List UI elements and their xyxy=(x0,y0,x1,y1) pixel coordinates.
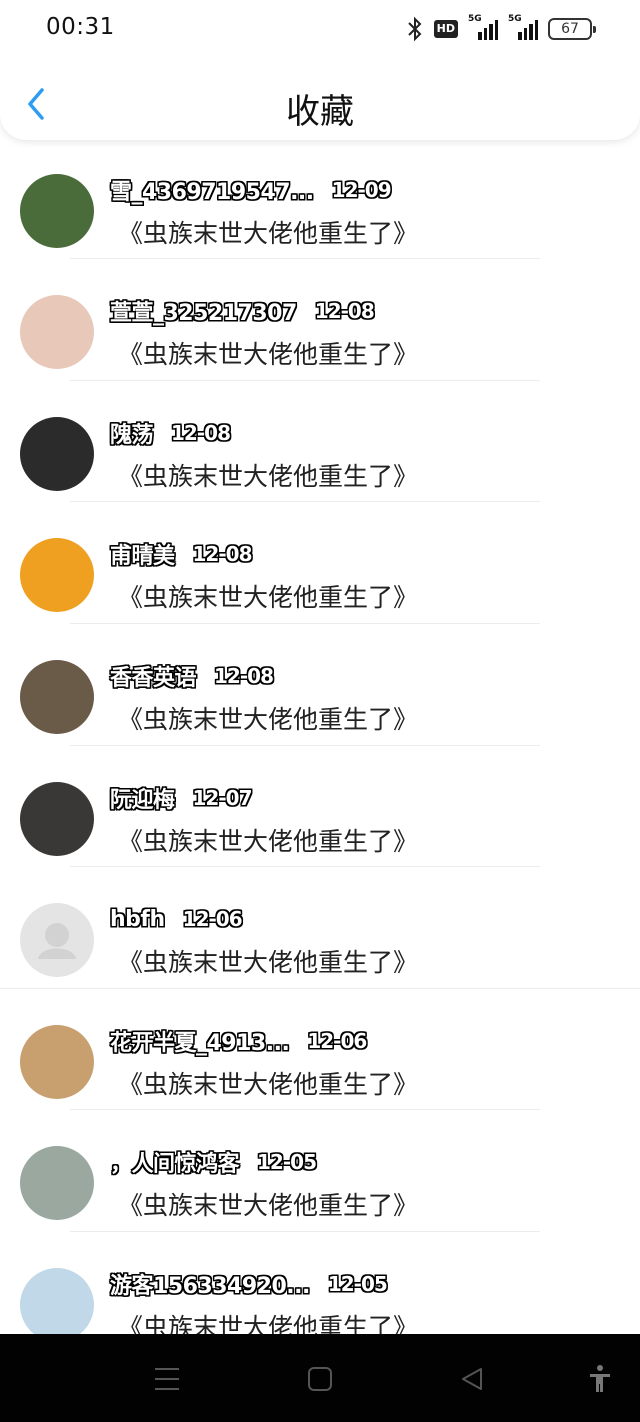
item-date: 12-08 xyxy=(314,299,375,324)
user-name: hbfh xyxy=(110,906,165,932)
user-name: 香香英语 xyxy=(110,666,197,691)
signal-icon: 5G xyxy=(468,14,498,40)
list-item[interactable]: 香香英语 12-08 《虫族末世大佬他重生了》 xyxy=(0,624,640,746)
bluetooth-icon xyxy=(407,16,422,42)
book-title: 《虫族末世大佬他重生了》 xyxy=(118,340,419,370)
book-title: 《虫族末世大佬他重生了》 xyxy=(118,1069,419,1099)
avatar[interactable] xyxy=(20,295,94,370)
square-home-icon xyxy=(308,1367,332,1391)
book-title: 《虫族末世大佬他重生了》 xyxy=(118,948,419,978)
avatar[interactable] xyxy=(20,1146,94,1221)
user-name: 游客156334920... xyxy=(110,1274,310,1299)
list-item[interactable]: 雪_4369719547... 12-09 《虫族末世大佬他重生了》 xyxy=(0,138,640,260)
item-date: 12-05 xyxy=(257,1150,317,1175)
list-item[interactable]: ，人间惊鸿客 12-05 《虫族末世大佬他重生了》 xyxy=(0,1110,640,1232)
item-meta: 游客156334920... 12-05 xyxy=(110,1270,388,1299)
avatar[interactable] xyxy=(20,173,94,248)
avatar[interactable] xyxy=(20,781,94,856)
user-name: 阮迎梅 xyxy=(110,787,175,813)
book-title: 《虫族末世大佬他重生了》 xyxy=(118,583,419,613)
book-title: 《虫族末世大佬他重生了》 xyxy=(118,1191,419,1221)
title-bar: 收藏 xyxy=(0,70,640,140)
item-date: 12-08 xyxy=(171,420,231,445)
avatar[interactable] xyxy=(20,416,94,491)
item-date: 12-05 xyxy=(327,1272,388,1296)
list-item[interactable]: 隗荡 12-08 《虫族末世大佬他重生了》 xyxy=(0,381,640,503)
user-name: 雪_4369719547... xyxy=(110,179,314,205)
system-nav-bar xyxy=(0,1334,640,1422)
item-date: 12-07 xyxy=(192,785,253,810)
default-avatar-icon xyxy=(38,923,76,960)
page-title: 收藏 xyxy=(286,92,354,132)
item-meta: 雪_4369719547... 12-09 xyxy=(110,176,392,205)
avatar[interactable] xyxy=(20,1268,94,1342)
user-name: 花开半夏_4913... xyxy=(110,1030,290,1056)
signal-icon-2: 5G xyxy=(508,14,538,40)
avatar[interactable] xyxy=(20,660,94,734)
item-meta: ，人间惊鸿客 12-05 xyxy=(110,1148,317,1178)
list-item[interactable]: 阮迎梅 12-07 《虫族末世大佬他重生了》 xyxy=(0,746,640,868)
user-name: 萱萱_325217307 xyxy=(110,301,297,327)
book-title: 《虫族末世大佬他重生了》 xyxy=(118,826,419,856)
home-button[interactable] xyxy=(300,1362,340,1396)
system-back-button[interactable] xyxy=(452,1362,492,1396)
menu-button[interactable] xyxy=(147,1362,187,1396)
item-date: 12-06 xyxy=(307,1028,367,1053)
triangle-back-icon xyxy=(462,1368,482,1390)
item-meta: 隗荡 12-08 xyxy=(110,419,231,448)
item-date: 12-06 xyxy=(182,907,243,932)
item-date: 12-09 xyxy=(331,177,392,202)
accessibility-button[interactable] xyxy=(580,1362,620,1396)
avatar[interactable] xyxy=(20,538,94,613)
header: 00:31 HD 5G 5G 67 收藏 xyxy=(0,0,640,140)
avatar[interactable] xyxy=(20,903,94,978)
list-item[interactable]: hbfh 12-06 《虫族末世大佬他重生了》 xyxy=(0,867,640,989)
item-meta: 香香英语 12-08 xyxy=(110,662,274,691)
signal-label-2: 5G xyxy=(508,14,522,24)
list-item[interactable]: 甫晴美 12-08 《虫族末世大佬他重生了》 xyxy=(0,502,640,624)
book-title: 《虫族末世大佬他重生了》 xyxy=(118,705,419,734)
menu-icon xyxy=(155,1368,179,1390)
hd-icon: HD xyxy=(433,20,458,38)
status-time: 00:31 xyxy=(46,14,115,40)
status-icons: HD 5G 5G 67 xyxy=(406,14,596,42)
list-item[interactable]: 萱萱_325217307 12-08 《虫族末世大佬他重生了》 xyxy=(0,259,640,381)
status-bar: 00:31 HD 5G 5G 67 xyxy=(0,0,640,58)
item-meta: 萱萱_325217307 12-08 xyxy=(110,297,375,327)
avatar[interactable] xyxy=(20,1024,94,1099)
accessibility-icon xyxy=(590,1365,610,1392)
item-meta: 阮迎梅 12-07 xyxy=(110,784,253,813)
item-date: 12-08 xyxy=(214,664,274,688)
item-meta: hbfh 12-06 xyxy=(110,905,243,933)
item-meta: 甫晴美 12-08 xyxy=(110,540,253,570)
book-title: 《虫族末世大佬他重生了》 xyxy=(118,218,419,248)
user-name: 甫晴美 xyxy=(110,544,175,570)
signal-label: 5G xyxy=(468,14,482,24)
item-date: 12-08 xyxy=(192,542,253,567)
list-item[interactable]: 花开半夏_4913... 12-06 《虫族末世大佬他重生了》 xyxy=(0,989,640,1111)
item-meta: 花开半夏_4913... 12-06 xyxy=(110,1027,367,1056)
user-name: 隗荡 xyxy=(110,422,154,448)
book-title: 《虫族末世大佬他重生了》 xyxy=(118,461,419,491)
user-name: ，人间惊鸿客 xyxy=(110,1152,240,1178)
battery-icon: 67 xyxy=(548,18,596,40)
battery-level: 67 xyxy=(561,21,579,37)
